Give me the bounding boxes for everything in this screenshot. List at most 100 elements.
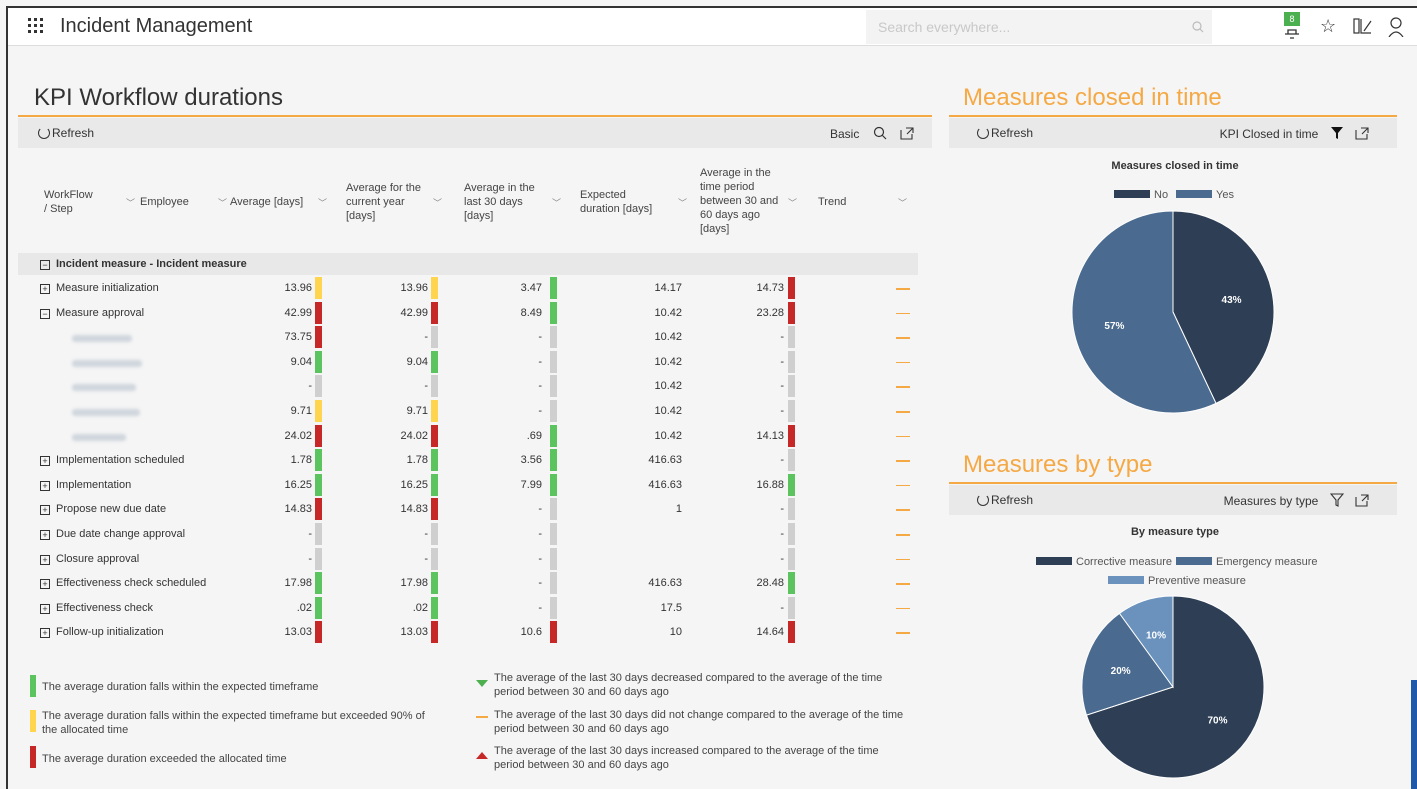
bell-icon <box>1285 29 1299 39</box>
view-mode-button[interactable]: Basic <box>830 127 859 141</box>
export-icon[interactable] <box>900 126 914 140</box>
column-sort-chevron-icon[interactable]: ﹀ <box>433 196 442 209</box>
average-status-bar <box>315 424 322 447</box>
trend-unchanged-icon <box>896 632 910 634</box>
year-status-bar <box>431 301 438 324</box>
star-icon[interactable]: ☆ <box>1320 16 1336 37</box>
closed-pie-chart: 43% 57% <box>1071 210 1275 414</box>
employee-row[interactable]: 9.04 9.04 - 10.42 - <box>18 350 918 375</box>
column-header[interactable]: Trend <box>818 195 878 209</box>
year-status-bar <box>431 350 438 373</box>
legend-up-text: The average of the last 30 days increase… <box>494 745 879 771</box>
workflow-step-row[interactable]: + Measure initialization 13.96 13.96 3.47 … <box>18 276 918 301</box>
average-value: 13.96 <box>284 282 312 294</box>
kpi-toolbar: Refresh Basic <box>18 118 932 148</box>
column-header[interactable]: Average in the time period between 30 an… <box>700 166 780 236</box>
collapse-icon[interactable]: − <box>40 260 50 270</box>
column-sort-chevron-icon[interactable]: ﹀ <box>552 196 561 209</box>
blurred-employee-name <box>72 333 132 345</box>
expand-icon[interactable]: + <box>40 579 50 590</box>
trend-unchanged-icon <box>896 534 910 536</box>
workflow-step-row[interactable]: + Due date change approval - - - - <box>18 522 918 547</box>
legend-item[interactable]: Corrective measure <box>1036 556 1172 568</box>
closed-refresh-button[interactable]: Refresh <box>977 126 1033 140</box>
last30-value: - <box>538 331 542 344</box>
expand-icon[interactable]: + <box>40 480 50 491</box>
expand-icon[interactable]: + <box>40 284 50 294</box>
app-launcher-icon[interactable] <box>28 18 44 34</box>
period-30-60-value: - <box>780 601 784 614</box>
column-sort-chevron-icon[interactable]: ﹀ <box>218 196 227 209</box>
step-label: Implementation <box>56 478 132 491</box>
expected-duration-value: 10.42 <box>654 380 682 393</box>
expand-icon[interactable]: + <box>40 554 50 565</box>
expand-icon[interactable]: + <box>40 628 50 639</box>
kpi-refresh-button[interactable]: Refresh <box>38 126 94 140</box>
workflow-step-row[interactable]: + Effectiveness check scheduled 17.98 17.9… <box>18 571 918 596</box>
average-value: 9.71 <box>290 405 312 417</box>
workflow-step-row[interactable]: + Implementation 16.25 16.25 7.99 416.63 1… <box>18 473 918 498</box>
workflow-step-row[interactable]: + Propose new due date 14.83 14.83 - 1 - <box>18 497 918 522</box>
tasks-icon[interactable] <box>1353 18 1373 39</box>
legend-item[interactable]: Emergency measure <box>1176 556 1318 568</box>
trend-unchanged-icon <box>896 337 910 339</box>
expand-icon[interactable]: + <box>40 530 50 540</box>
period-30-60-value: - <box>780 355 784 368</box>
workflow-step-row[interactable]: + Follow-up initialization 13.03 13.03 10.… <box>18 620 918 645</box>
column-header[interactable]: Employee <box>140 195 200 209</box>
employee-row[interactable]: 73.75 - - 10.42 - <box>18 325 918 350</box>
expand-icon[interactable]: + <box>40 505 50 516</box>
column-sort-chevron-icon[interactable]: ﹀ <box>788 196 797 209</box>
search-icon[interactable] <box>873 126 887 140</box>
step-name: + Propose new due date <box>40 503 166 516</box>
expand-icon[interactable]: + <box>40 603 50 614</box>
workflow-step-row[interactable]: − Measure approval 42.99 42.99 8.49 10.42 … <box>18 301 918 326</box>
expand-icon[interactable]: + <box>40 456 50 467</box>
filter-icon[interactable] <box>1329 493 1344 507</box>
legend-item[interactable]: Yes <box>1176 189 1234 201</box>
trend-unchanged-icon <box>896 386 910 388</box>
user-icon[interactable] <box>1388 17 1404 42</box>
workflow-step-row[interactable]: + Closure approval - - - - <box>18 547 918 572</box>
employee-row[interactable]: 9.71 9.71 - 10.42 - <box>18 399 918 424</box>
last30-value: - <box>538 601 542 614</box>
column-sort-chevron-icon[interactable]: ﹀ <box>678 196 687 209</box>
step-label: Measure initialization <box>56 282 159 294</box>
average-value: 14.83 <box>284 503 312 516</box>
column-sort-chevron-icon[interactable]: ﹀ <box>126 196 135 209</box>
column-sort-chevron-icon[interactable]: ﹀ <box>898 196 907 209</box>
export-icon[interactable] <box>1355 126 1369 140</box>
legend-item[interactable]: Preventive measure <box>1108 575 1246 587</box>
employee-row[interactable]: 24.02 24.02 .69 10.42 14.13 <box>18 424 918 449</box>
group-row-incident-measure[interactable]: − Incident measure - Incident measure <box>18 253 918 275</box>
legend-item[interactable]: No <box>1114 189 1168 201</box>
expand-icon[interactable]: − <box>40 308 50 319</box>
column-header[interactable]: WorkFlow / Step <box>44 188 94 216</box>
legend-label: Emergency measure <box>1216 556 1318 568</box>
step-name: + Follow-up initialization <box>40 626 164 639</box>
search-input[interactable]: Search everywhere... <box>866 10 1212 44</box>
last30-status-bar <box>550 375 557 398</box>
last30-value: - <box>538 552 542 565</box>
employee-row[interactable]: - - - 10.42 - <box>18 374 918 399</box>
search-icon[interactable] <box>1192 21 1204 33</box>
workflow-step-row[interactable]: + Effectiveness check .02 .02 - 17.5 - <box>18 596 918 621</box>
column-header[interactable]: Average in the last 30 days [days] <box>464 181 544 223</box>
column-sort-chevron-icon[interactable]: ﹀ <box>318 196 327 209</box>
column-header[interactable]: Average [days] <box>230 195 310 209</box>
average-status-bar <box>315 350 322 373</box>
bytype-panel-title: Measures by type <box>963 451 1153 478</box>
legend-label: Corrective measure <box>1076 556 1172 568</box>
workflow-step-row[interactable]: + Implementation scheduled 1.78 1.78 3.56 … <box>18 448 918 473</box>
closed-title-underline <box>949 115 1397 117</box>
legend-green-text: The average duration falls within the ex… <box>42 681 319 693</box>
expected-duration-value: 17.5 <box>660 601 682 614</box>
filter-active-icon[interactable] <box>1330 126 1344 140</box>
period-30-60-value: 14.73 <box>756 282 784 294</box>
export-icon[interactable] <box>1355 493 1369 507</box>
last30-value: 3.47 <box>520 282 542 294</box>
column-header[interactable]: Average for the current year [days] <box>346 181 426 223</box>
last30-status-bar <box>550 498 557 521</box>
column-header[interactable]: Expected duration [days] <box>580 188 660 216</box>
bytype-refresh-button[interactable]: Refresh <box>977 493 1033 507</box>
